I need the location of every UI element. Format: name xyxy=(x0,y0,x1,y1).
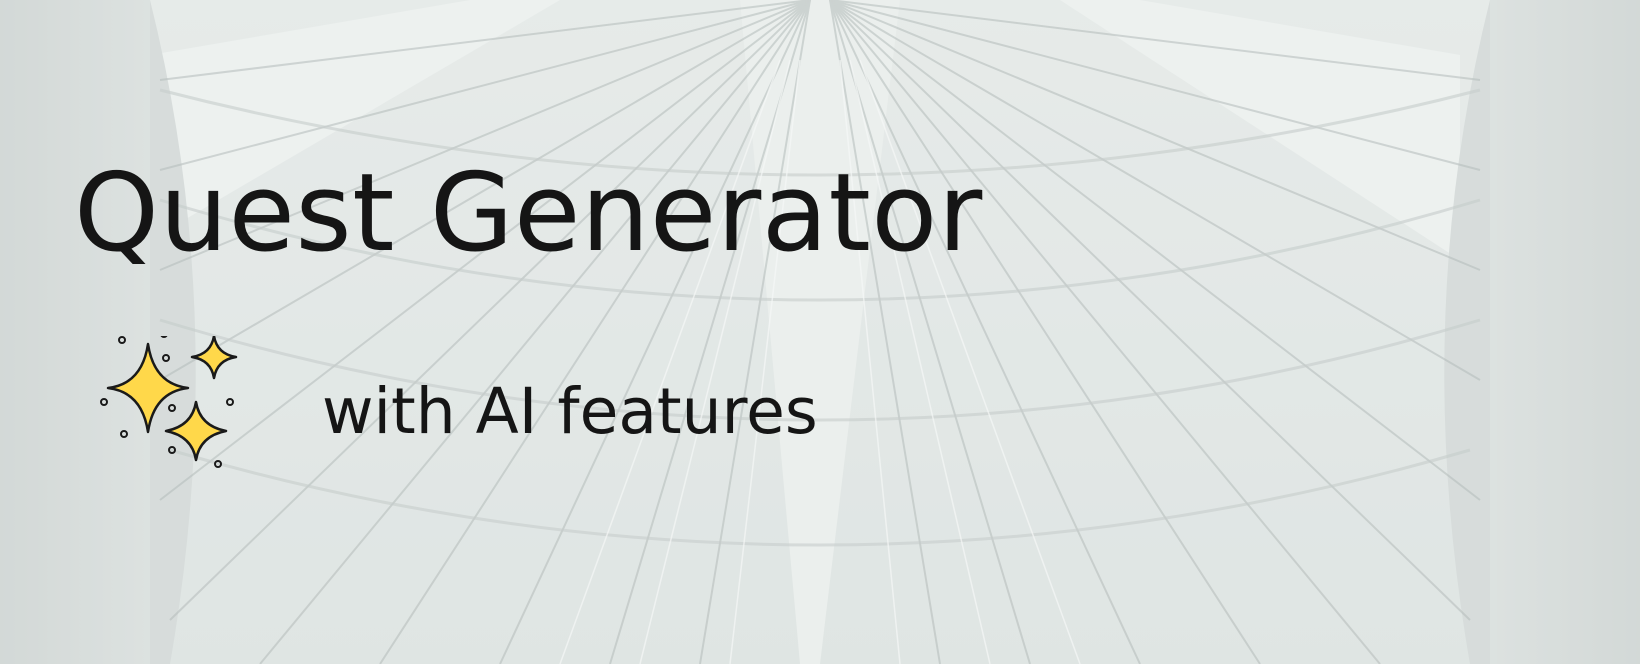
page-title: Quest Generator xyxy=(74,151,983,276)
architecture-background xyxy=(0,0,1640,664)
subtitle: with AI features xyxy=(322,375,818,448)
sparkles-icon xyxy=(100,336,238,468)
banner: Quest Generator with AI features xyxy=(0,0,1640,664)
